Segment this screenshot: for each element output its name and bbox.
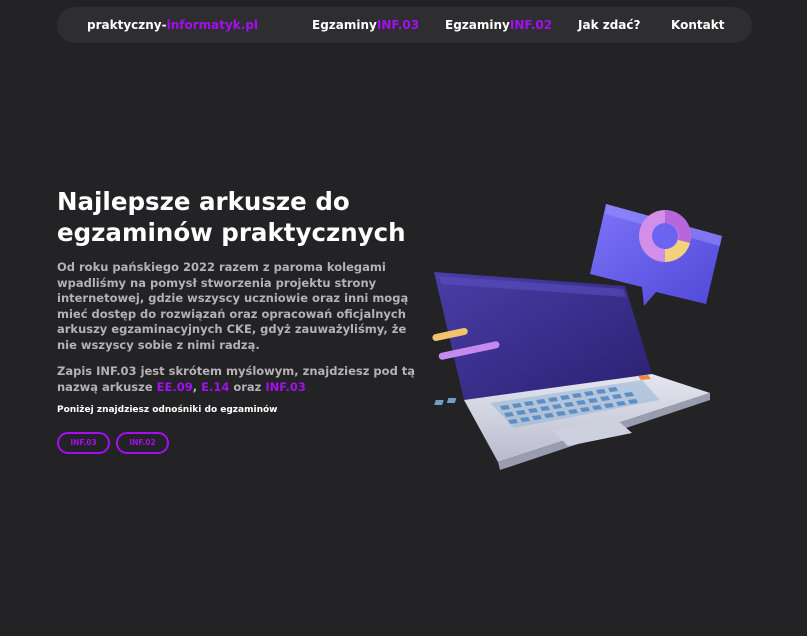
note-line: Zapis INF.03 jest skrótem myślowym, znaj…	[57, 364, 416, 378]
site-logo[interactable]: praktyczny-informatyk.pl	[87, 7, 258, 43]
laptop-illustration	[432, 204, 722, 470]
inf02-button[interactable]: INF.02	[116, 432, 169, 454]
note-line: nazwą arkusze EE.09, E.14 oraz INF.03	[57, 380, 407, 396]
nav-link-accent: INF.03	[376, 18, 420, 32]
logo-text-accent: informatyk.pl	[166, 18, 259, 32]
nav-link-accent: INF.02	[509, 18, 553, 32]
nav-link-egzaminy-inf03[interactable]: EgzaminyINF.03	[312, 7, 419, 43]
hero-note: Zapis INF.03 jest skrótem myślowym, znaj…	[57, 364, 416, 396]
hero-title-line: Najlepsze arkusze do	[57, 187, 350, 216]
inf03-button[interactable]: INF.03	[57, 432, 110, 454]
links-hint: Poniżej znajdziesz odnośniki do egzaminó…	[57, 405, 278, 415]
description-line: nie wszyscy sobie z nimi radzą.	[57, 337, 260, 352]
description-line: mieć dostęp do rozwiązań oraz opracowań …	[57, 306, 406, 321]
exam-code-inf03: INF.03	[265, 379, 306, 394]
description-line: wpadliśmy na pomysł stworzenia projektu …	[57, 275, 377, 290]
nav-link-label: Egzaminy	[445, 18, 510, 32]
description-line: Od roku pańskiego 2022 razem z paroma ko…	[57, 260, 386, 274]
description-line: internetowej, gdzie wszyscy uczniowie or…	[57, 291, 409, 306]
nav-link-label: Egzaminy	[312, 18, 377, 32]
nav-link-egzaminy-inf02[interactable]: EgzaminyINF.02	[445, 7, 552, 43]
hero-title: Najlepsze arkusze do egzaminów praktyczn…	[57, 186, 417, 248]
hero-description: Od roku pańskiego 2022 razem z paroma ko…	[57, 260, 409, 354]
donut-chart-icon	[639, 210, 691, 262]
exam-code-e14: E.14	[201, 379, 230, 394]
logo-text-prefix: praktyczny-	[87, 18, 167, 32]
note-separator: ,	[192, 379, 202, 394]
exam-code-ee09: EE.09	[156, 379, 193, 394]
nav-link-jak-zdac[interactable]: Jak zdać?	[578, 7, 640, 43]
top-navbar: praktyczny-informatyk.pl EgzaminyINF.03 …	[57, 7, 752, 43]
hero-title-line: egzaminów praktycznych	[57, 218, 406, 247]
description-line: arkuszy egzaminacyjnych CKE, gdyż zauważ…	[57, 322, 407, 337]
nav-link-kontakt[interactable]: Kontakt	[671, 7, 724, 43]
note-text: nazwą arkusze	[57, 379, 157, 394]
note-separator: oraz	[229, 379, 266, 394]
